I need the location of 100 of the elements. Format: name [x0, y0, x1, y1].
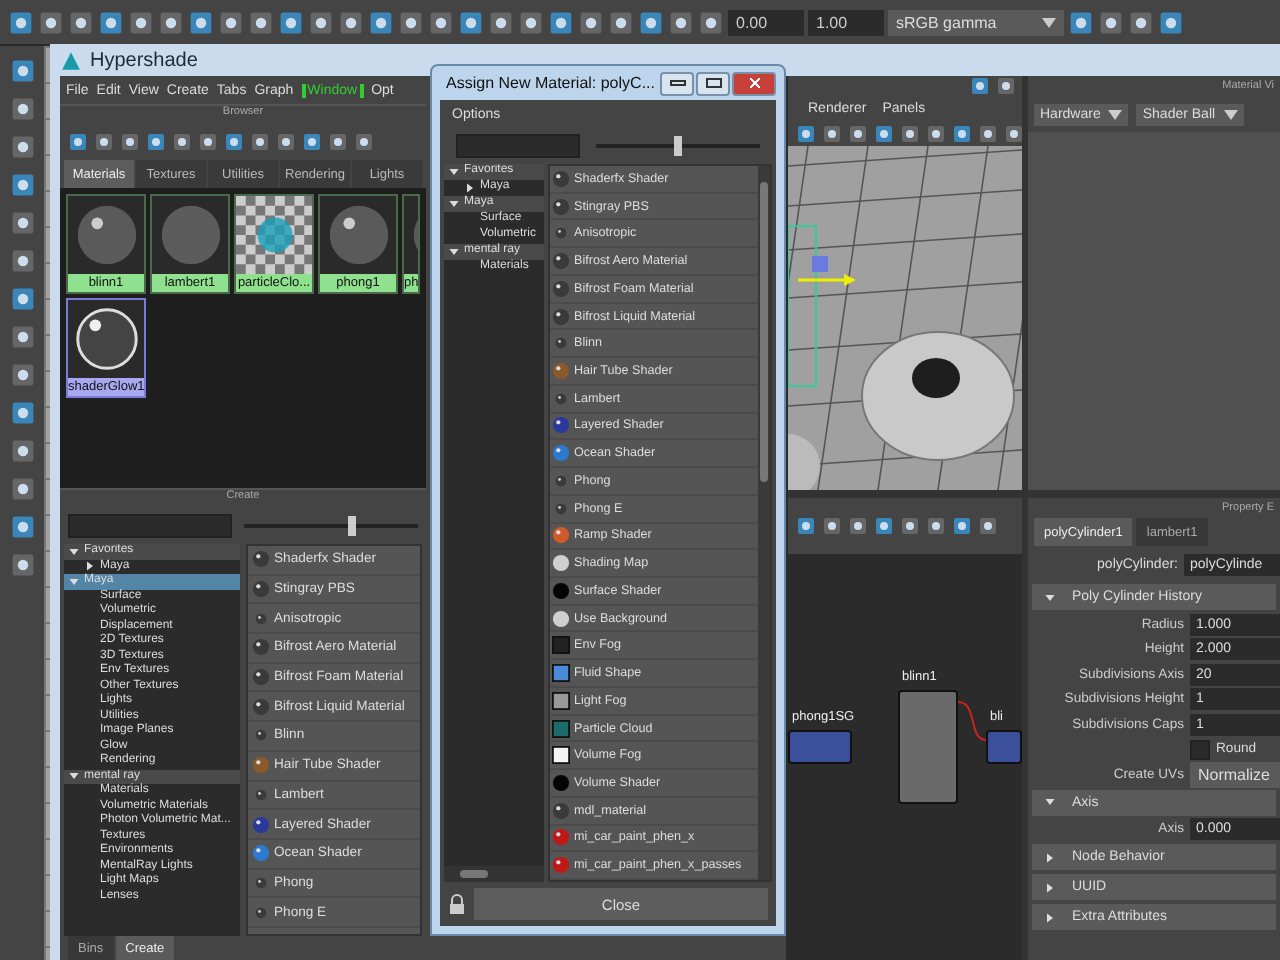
tool-icon[interactable] [578, 9, 604, 35]
expand-arrow-icon[interactable] [448, 246, 460, 258]
scrollbar[interactable] [758, 166, 770, 880]
value-field[interactable]: 0.00 [728, 9, 804, 35]
tool-icon[interactable] [188, 9, 214, 35]
tool-icon[interactable] [926, 124, 946, 144]
expand-arrow-icon[interactable] [84, 560, 96, 573]
tool-icon[interactable] [94, 132, 114, 152]
tool-icon[interactable] [1128, 9, 1154, 35]
search-field[interactable] [68, 514, 232, 538]
tool-icon[interactable] [9, 96, 35, 122]
tool-icon[interactable] [218, 9, 244, 35]
checkbox[interactable] [1190, 739, 1210, 760]
tool-icon[interactable] [38, 9, 64, 35]
tool-icon[interactable] [1158, 9, 1184, 35]
tool-icon[interactable] [328, 132, 348, 152]
tool-icon[interactable] [120, 132, 140, 152]
tool-icon[interactable] [518, 9, 544, 35]
tool-icon[interactable] [548, 9, 574, 35]
tool-icon[interactable] [9, 134, 35, 160]
tool-icon[interactable] [9, 552, 35, 578]
tool-icon[interactable] [354, 132, 374, 152]
slider-thumb[interactable] [674, 136, 682, 156]
tool-icon[interactable] [848, 124, 868, 144]
tool-icon[interactable] [488, 9, 514, 35]
tool-icon[interactable] [1068, 9, 1094, 35]
tool-icon[interactable] [698, 9, 724, 35]
tool-icon[interactable] [302, 132, 322, 152]
tool-icon[interactable] [608, 9, 634, 35]
tool-icon[interactable] [638, 9, 664, 35]
maximize-button[interactable] [696, 71, 731, 95]
tool-icon[interactable] [172, 132, 192, 152]
tool-icon[interactable] [9, 514, 35, 540]
tool-icon[interactable] [874, 124, 894, 144]
tool-icon[interactable] [848, 516, 868, 536]
tool-icon[interactable] [822, 124, 842, 144]
tool-icon[interactable] [9, 476, 35, 502]
tool-icon[interactable] [250, 132, 270, 152]
tool-icon[interactable] [1098, 9, 1124, 35]
tool-icon[interactable] [822, 516, 842, 536]
tool-icon[interactable] [9, 324, 35, 350]
tool-icon[interactable] [9, 286, 35, 312]
tool-icon[interactable] [9, 400, 35, 426]
graph-node[interactable] [788, 730, 852, 764]
tool-icon[interactable] [900, 516, 920, 536]
tool-icon[interactable] [900, 124, 920, 144]
expand-arrow-icon[interactable] [1044, 851, 1056, 863]
dropdown[interactable]: Normalize [1190, 761, 1280, 788]
tool-icon[interactable] [1004, 124, 1024, 144]
color-space-dropdown[interactable]: sRGB gamma [888, 9, 1064, 35]
tool-icon[interactable] [970, 76, 990, 96]
tool-icon[interactable] [874, 516, 894, 536]
expand-arrow-icon[interactable] [1044, 911, 1056, 923]
tool-icon[interactable] [128, 9, 154, 35]
tool-icon[interactable] [9, 362, 35, 388]
tool-icon[interactable] [796, 516, 816, 536]
tool-icon[interactable] [9, 438, 35, 464]
expand-arrow-icon[interactable] [464, 182, 476, 194]
tool-icon[interactable] [278, 9, 304, 35]
tool-icon[interactable] [668, 9, 694, 35]
tool-icon[interactable] [978, 516, 998, 536]
tool-icon[interactable] [9, 58, 35, 84]
expand-arrow-icon[interactable] [1044, 591, 1056, 603]
expand-arrow-icon[interactable] [1044, 796, 1056, 808]
tool-icon[interactable] [398, 9, 424, 35]
tool-icon[interactable] [978, 124, 998, 144]
tool-icon[interactable] [308, 9, 334, 35]
tool-icon[interactable] [224, 132, 244, 152]
tool-icon[interactable] [952, 516, 972, 536]
tool-icon[interactable] [9, 210, 35, 236]
tool-icon[interactable] [68, 132, 88, 152]
expand-arrow-icon[interactable] [448, 166, 460, 178]
tool-icon[interactable] [276, 132, 296, 152]
tool-icon[interactable] [9, 172, 35, 198]
tool-icon[interactable] [996, 76, 1016, 96]
tool-icon[interactable] [926, 516, 946, 536]
scrollbar[interactable] [444, 866, 544, 882]
graph-node[interactable] [898, 690, 958, 804]
tool-icon[interactable] [9, 248, 35, 274]
tool-icon[interactable] [198, 132, 218, 152]
tool-icon[interactable] [146, 132, 166, 152]
tool-icon[interactable] [338, 9, 364, 35]
expand-arrow-icon[interactable] [68, 545, 80, 558]
tool-icon[interactable] [428, 9, 454, 35]
expand-arrow-icon[interactable] [68, 770, 80, 783]
expand-arrow-icon[interactable] [1044, 881, 1056, 893]
tool-icon[interactable] [98, 9, 124, 35]
minimize-button[interactable] [660, 71, 695, 95]
tool-icon[interactable] [458, 9, 484, 35]
tool-icon[interactable] [158, 9, 184, 35]
search-field[interactable] [456, 134, 580, 158]
expand-arrow-icon[interactable] [448, 198, 460, 210]
close-button[interactable] [732, 71, 777, 95]
tool-icon[interactable] [8, 9, 34, 35]
tool-icon[interactable] [68, 9, 94, 35]
graph-node[interactable] [986, 730, 1022, 764]
lock-icon[interactable] [448, 894, 466, 914]
tool-icon[interactable] [248, 9, 274, 35]
value-field[interactable]: 1.00 [808, 9, 884, 35]
tool-icon[interactable] [368, 9, 394, 35]
